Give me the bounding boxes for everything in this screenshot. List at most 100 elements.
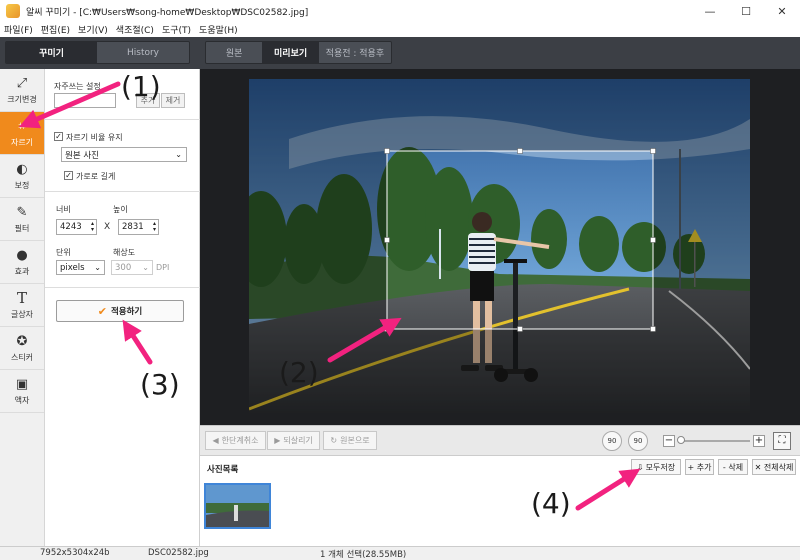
add-photo-button[interactable]: + 추가 [685,459,714,475]
crop-settings-panel: 자주쓰는 설정 추가 제거 ✓ 자르기 비율 유지 원본 사진 ⌄ ✓ 가로로 … [45,69,200,546]
tool-text[interactable]: T 글상자 [0,284,44,327]
edit-action-bar: ◀ 한단계취소 ▶ 되살리기 ↻ 원본으로 90 90 − + ⛶ [200,425,800,455]
thumbnail-image [206,485,269,527]
delete-all-button[interactable]: ✕ 전체삭제 [752,459,796,475]
width-label: 너비 [56,205,71,214]
height-value: 2831 [122,222,144,232]
window-title: 알씨 꾸미기 - [C:₩Users₩song-home₩Desktop₩DSC… [26,7,309,18]
tool-effect[interactable]: ● 효과 [0,241,44,284]
menu-help[interactable]: 도움말(H) [199,23,238,36]
tool-crop[interactable]: ⌗ 자르기 [0,112,44,155]
sticker-icon: ✪ [16,333,28,349]
height-input[interactable]: 2831 ▴ ▾ [118,219,159,235]
menu-edit[interactable]: 편집(E) [41,23,70,36]
height-label: 높이 [113,205,128,214]
apply-button[interactable]: ✔ 적용하기 [56,300,184,322]
tool-filter[interactable]: ✎ 필터 [0,198,44,241]
save-icon: ⇩ [636,462,644,472]
tab-before-after[interactable]: 적용전 : 적용후 [318,42,391,63]
rotate-right-icon: 90 [633,437,643,445]
resize-icon: ⤢ [16,75,28,91]
spinner-icon: ▴ ▾ [152,220,156,233]
top-toolbar: 꾸미기 History 원본 미리보기 적용전 : 적용후 [0,37,800,69]
save-all-button[interactable]: ⇩ 모두저장 [631,459,681,475]
tab-decorate[interactable]: 꾸미기 [6,42,97,63]
unit-label: 단위 [56,248,71,257]
maximize-button[interactable]: ☐ [728,0,764,22]
revert-original-button[interactable]: ↻ 원본으로 [323,431,377,450]
chevron-down-icon: ⌄ [94,263,101,272]
fit-screen-icon: ⛶ [778,435,786,446]
menu-view[interactable]: 보기(V) [78,23,108,36]
save-all-label: 모두저장 [645,462,676,472]
landscape-checkbox[interactable]: ✓ [64,171,73,180]
keep-ratio-label: 자르기 비율 유지 [66,133,123,142]
status-bar: 7952x5304x24b DSC02582.jpg 1 개체 선택(28.55… [0,546,800,560]
menu-color[interactable]: 색조절(C) [116,23,154,36]
tab-original[interactable]: 원본 [206,42,263,63]
unit-select[interactable]: pixels ⌄ [56,260,105,275]
status-filename: DSC02582.jpg [148,548,209,558]
minimize-button[interactable]: — [692,0,728,22]
adjust-icon: ◐ [16,161,28,177]
zoom-slider-handle[interactable] [677,436,685,444]
revert-label: 원본으로 [340,436,370,445]
times-label: X [104,222,111,232]
undo-button[interactable]: ◀ 한단계취소 [205,431,266,450]
favorites-select[interactable] [54,93,116,108]
ratio-value: 원본 사진 [65,150,99,161]
remove-preset-button[interactable]: 제거 [161,93,185,108]
photo-list-title: 사진목록 [207,465,239,475]
resolution-label: 해상도 [113,248,136,257]
tool-label: 필터 [14,223,30,233]
frame-icon: ▣ [15,376,29,392]
photo-list-panel: 사진목록 ⇩ 모두저장 + 추가 - 삭제 ✕ 전체삭제 [200,455,800,546]
width-input[interactable]: 4243 ▴ ▾ [56,219,97,235]
undo-label: 한단계취소 [221,436,259,445]
ratio-select[interactable]: 원본 사진 ⌄ [61,147,187,162]
tool-resize[interactable]: ⤢ 크기변경 [0,69,44,112]
width-value: 4243 [60,222,82,232]
photo-thumbnail[interactable] [204,483,271,529]
chevron-down-icon: ⌄ [142,263,149,272]
annotation-2: (2) [279,356,319,389]
tab-history[interactable]: History [97,42,189,63]
tab-preview[interactable]: 미리보기 [262,42,319,63]
keep-ratio-checkbox[interactable]: ✓ [54,132,63,141]
annotation-4: (4) [531,487,571,520]
redo-arrow-icon: ▶ [274,436,281,445]
menu-file[interactable]: 파일(F) [4,23,33,36]
status-selection: 1 개체 선택(28.55MB) [320,550,407,560]
tool-sticker[interactable]: ✪ 스티커 [0,327,44,370]
title-bar: 알씨 꾸미기 - [C:₩Users₩song-home₩Desktop₩DSC… [0,0,800,22]
fit-to-screen-button[interactable]: ⛶ [773,432,791,450]
zoom-in-button[interactable]: + [753,435,765,447]
spinner-icon: ▴ ▾ [90,220,94,233]
drop-icon: ● [16,247,28,263]
close-button[interactable]: ✕ [764,0,800,22]
menu-tools[interactable]: 도구(T) [162,23,191,36]
favorites-label: 자주쓰는 설정 [54,82,101,91]
tool-frame[interactable]: ▣ 액자 [0,370,44,413]
delete-photo-button[interactable]: - 삭제 [718,459,748,475]
annotation-1: (1) [121,70,161,103]
mode-tabs: 꾸미기 History [5,41,190,64]
redo-button[interactable]: ▶ 되살리기 [267,431,320,450]
rotate-left-button[interactable]: 90 [602,431,622,451]
rotate-left-icon: 90 [607,437,617,445]
rotate-right-button[interactable]: 90 [628,431,648,451]
crop-icon: ⌗ [18,118,26,134]
resolution-select[interactable]: 300 ⌄ [111,260,153,275]
photo-preview[interactable] [249,79,750,413]
tool-adjust[interactable]: ◐ 보정 [0,155,44,198]
tool-label: 크기변경 [7,94,37,104]
view-tabs: 원본 미리보기 적용전 : 적용후 [205,41,392,64]
zoom-slider[interactable] [679,440,750,442]
redo-label: 되살리기 [283,436,313,445]
zoom-out-button[interactable]: − [663,435,675,447]
chevron-down-icon: ⌄ [175,150,182,159]
tool-label: 스티커 [10,352,34,362]
tool-label: 효과 [14,266,30,276]
tool-label: 액자 [14,395,30,405]
resolution-value: 300 [115,262,132,273]
